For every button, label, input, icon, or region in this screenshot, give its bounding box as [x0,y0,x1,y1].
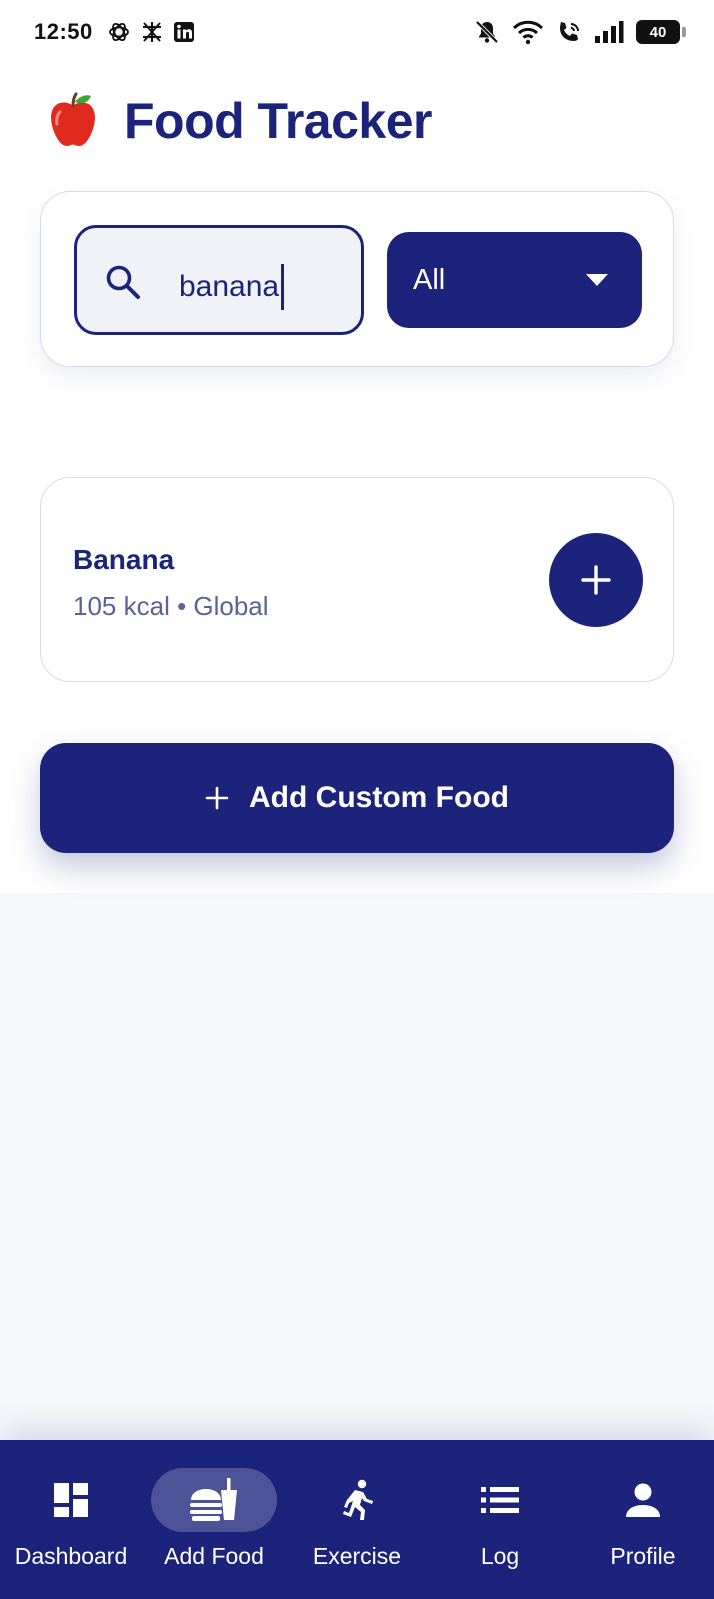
list-icon [481,1487,519,1513]
page-title: Food Tracker [124,93,433,149]
search-card: banana All [40,191,674,367]
status-bar: 12:50 40 [0,0,714,64]
search-input[interactable]: banana [74,225,364,335]
nav-label: Exercise [312,1543,402,1569]
food-meta: 105 kcal • Global [73,591,269,621]
food-result-card[interactable]: Banana 105 kcal • Global [40,477,674,682]
add-food-item-button[interactable] [549,533,643,627]
perplexity-icon [142,22,161,42]
app-header: Food Tracker [40,86,433,156]
plus-icon [581,565,611,595]
dashboard-icon [54,1483,88,1517]
text-caret [281,264,285,310]
person-icon [626,1483,660,1517]
notification-icons [107,20,195,44]
signal-icon [595,21,624,43]
nav-label: Dashboard [14,1543,128,1569]
nav-item-log[interactable]: Log [429,1440,571,1599]
nav-icon-container [580,1468,706,1532]
openai-icon [108,22,129,42]
linkedin-icon [173,22,194,42]
status-time: 12:50 [34,19,93,44]
nav-item-exercise[interactable]: Exercise [286,1440,428,1599]
nav-item-profile[interactable]: Profile [572,1440,714,1599]
category-filter-select[interactable]: All [387,232,642,328]
status-bar-left: 12:50 [34,19,195,45]
food-name: Banana [73,544,175,575]
bell-muted-icon [475,20,499,44]
nav-item-dashboard[interactable]: Dashboard [0,1440,142,1599]
status-bar-right: 40 [474,19,686,45]
search-icon [106,265,140,299]
running-icon [343,1479,373,1520]
nav-icon-container [8,1468,134,1532]
bottom-navigation: Dashboard Add Food Exercise Log Profile [0,1440,714,1599]
add-custom-food-label: Add Custom Food [249,781,509,814]
nav-label: Profile [610,1543,676,1569]
wifi-icon [512,20,544,45]
dropdown-arrow-icon [586,274,608,286]
search-value: banana [179,270,280,303]
fastfood-icon [190,1478,237,1521]
nav-icon-container [437,1468,563,1532]
battery-level: 40 [649,23,667,41]
nav-icon-container [151,1468,277,1532]
nav-label: Log [480,1543,520,1569]
battery-icon: 40 [636,20,686,44]
wifi-call-icon [560,22,579,41]
plus-icon [205,786,229,810]
add-custom-food-button[interactable]: Add Custom Food [40,743,674,853]
nav-icon-container [294,1468,420,1532]
filter-selected-value: All [413,263,446,296]
nav-label: Add Food [164,1543,264,1569]
nav-item-add-food[interactable]: Add Food [143,1440,285,1599]
apple-icon [51,92,95,146]
search-value-wrap: banana [179,264,285,310]
